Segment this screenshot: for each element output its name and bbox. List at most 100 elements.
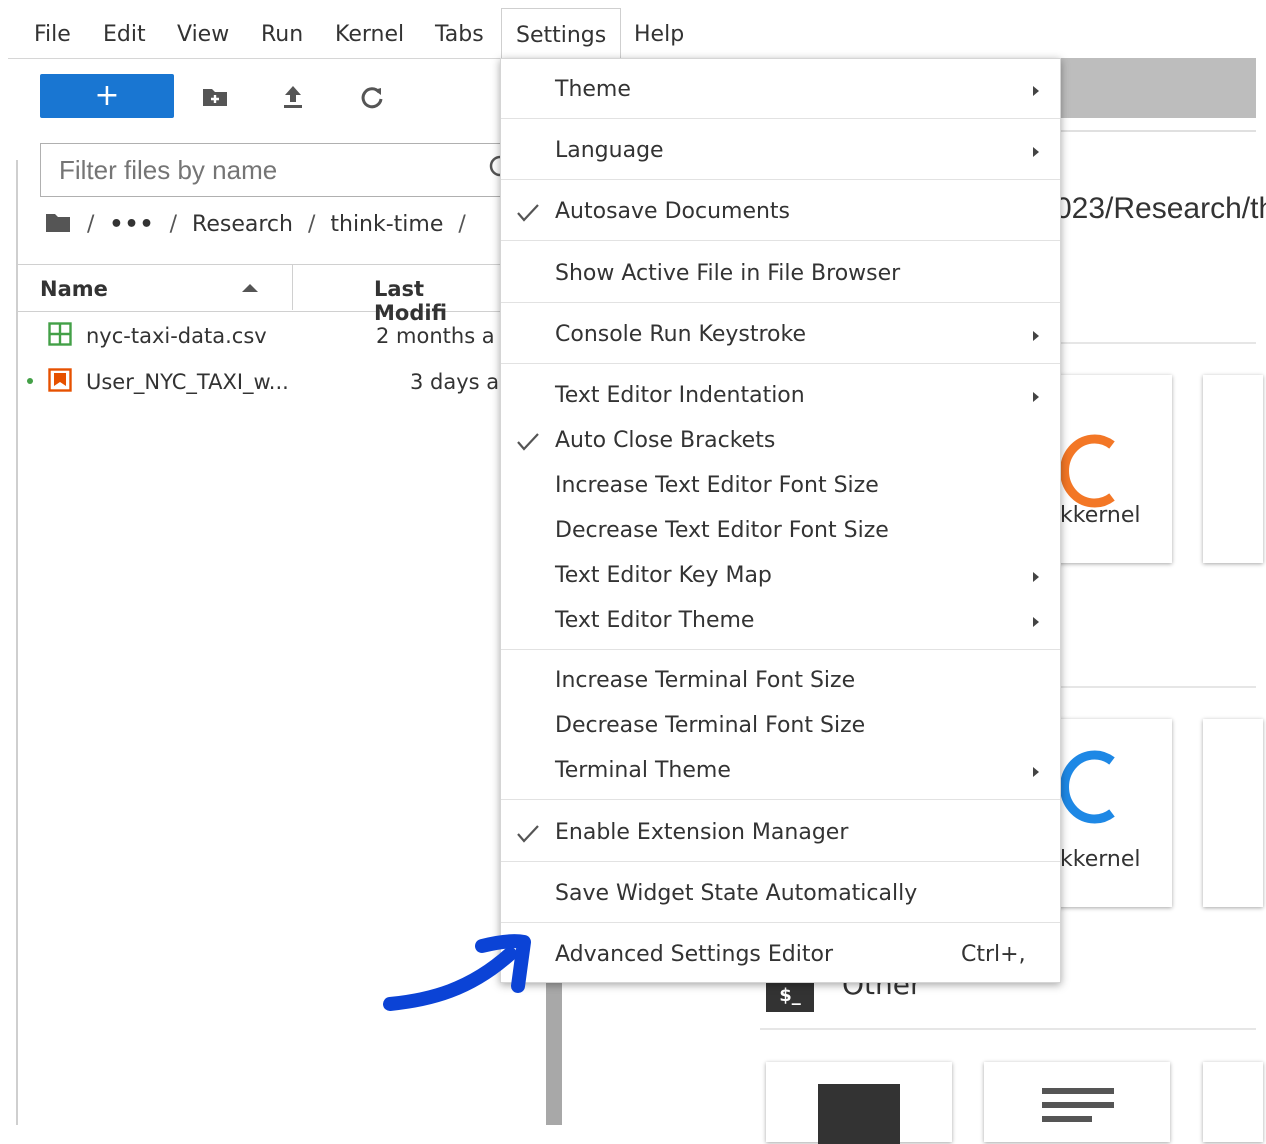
menu-item-theme[interactable]: Theme — [501, 69, 1060, 113]
menu-help[interactable]: Help — [634, 12, 684, 58]
checkmark-icon — [517, 204, 539, 222]
file-name: nyc-taxi-data.csv — [86, 324, 267, 348]
menu-bar-divider — [8, 58, 500, 59]
menu-separator — [501, 799, 1060, 800]
submenu-arrow-icon — [1033, 767, 1039, 777]
launcher-card[interactable] — [1203, 1062, 1263, 1142]
menu-item-increase-text-editor-font-size[interactable]: Increase Text Editor Font Size — [501, 465, 1060, 509]
submenu-arrow-icon — [1033, 392, 1039, 402]
launcher-path: 023/Research/th — [1055, 192, 1266, 225]
submenu-arrow-icon — [1033, 331, 1039, 341]
launcher-card[interactable] — [1203, 719, 1263, 907]
menu-tabs[interactable]: Tabs — [435, 12, 484, 58]
settings-menu: Theme Language Autosave Documents Show A… — [500, 58, 1061, 983]
launcher-card[interactable] — [1203, 375, 1263, 563]
breadcrumb-separator: / — [87, 212, 95, 237]
terminal-icon — [818, 1084, 900, 1144]
breadcrumb-separator: / — [169, 212, 178, 237]
column-divider[interactable] — [292, 264, 293, 310]
file-modified: 3 days a — [410, 370, 500, 394]
menu-item-label: Console Run Keystroke — [555, 322, 806, 347]
text-file-card[interactable] — [984, 1062, 1170, 1142]
menu-item-shortcut: Ctrl+, — [961, 942, 1026, 967]
panel-splitter[interactable] — [546, 960, 562, 1125]
annotation-arrow-icon — [383, 934, 531, 1011]
menu-item-save-widget-state[interactable]: Save Widget State Automatically — [501, 873, 1060, 917]
breadcrumb-ellipsis[interactable]: ••• — [109, 212, 154, 237]
submenu-arrow-icon — [1033, 147, 1039, 157]
menu-separator — [501, 861, 1060, 862]
menu-separator — [501, 302, 1060, 303]
menu-separator — [501, 649, 1060, 650]
kernel-card-label: kkernel — [1060, 503, 1141, 528]
upload-icon[interactable] — [276, 80, 310, 114]
file-modified: 2 months a — [376, 324, 495, 348]
menu-item-autosave-documents[interactable]: Autosave Documents — [501, 191, 1060, 235]
breadcrumb-think-time[interactable]: think-time — [330, 212, 443, 237]
menu-item-label: Show Active File in File Browser — [555, 261, 901, 286]
breadcrumb-separator: / — [307, 212, 316, 237]
menu-item-text-editor-indentation[interactable]: Text Editor Indentation — [501, 375, 1060, 419]
menu-separator — [501, 179, 1060, 180]
file-row[interactable]: User_NYC_TAXI_w... 3 days a — [18, 360, 500, 404]
menu-item-advanced-settings-editor[interactable]: Advanced Settings Editor Ctrl+, — [501, 934, 1060, 978]
text-file-icon — [1042, 1088, 1114, 1122]
running-indicator-icon — [27, 378, 33, 384]
terminal-card[interactable] — [766, 1062, 952, 1144]
kernel-logo-icon — [1060, 434, 1115, 508]
menu-item-text-editor-theme[interactable]: Text Editor Theme — [501, 600, 1060, 644]
menu-run[interactable]: Run — [261, 12, 303, 58]
menu-item-decrease-text-editor-font-size[interactable]: Decrease Text Editor Font Size — [501, 510, 1060, 554]
menu-item-label: Autosave Documents — [555, 199, 791, 224]
menu-item-label: Increase Text Editor Font Size — [555, 473, 879, 498]
menu-item-label: Enable Extension Manager — [555, 820, 849, 845]
kernel-card-label: kkernel — [1060, 847, 1141, 872]
menu-kernel[interactable]: Kernel — [335, 12, 404, 58]
menu-item-label: Increase Terminal Font Size — [555, 668, 856, 693]
file-filter-input[interactable] — [40, 143, 510, 197]
menu-item-label: Text Editor Theme — [555, 608, 755, 633]
menu-item-terminal-theme[interactable]: Terminal Theme — [501, 750, 1060, 794]
file-name: User_NYC_TAXI_w... — [86, 370, 289, 394]
menu-item-label: Advanced Settings Editor — [555, 942, 833, 967]
menu-bar: File Edit View Run Kernel Tabs Settings … — [0, 0, 1266, 58]
menu-separator — [501, 118, 1060, 119]
menu-item-label: Text Editor Indentation — [555, 383, 805, 408]
sort-ascending-icon — [242, 284, 258, 292]
new-folder-icon[interactable] — [198, 80, 232, 114]
menu-edit[interactable]: Edit — [103, 12, 146, 58]
menu-item-label: Language — [555, 138, 664, 163]
menu-item-label: Text Editor Key Map — [555, 563, 772, 588]
menu-item-language[interactable]: Language — [501, 130, 1060, 174]
new-launcher-button[interactable]: + — [40, 74, 174, 118]
menu-separator — [501, 922, 1060, 923]
menu-item-increase-terminal-font-size[interactable]: Increase Terminal Font Size — [501, 660, 1060, 704]
folder-icon[interactable] — [44, 212, 72, 234]
menu-settings[interactable]: Settings — [501, 8, 622, 58]
file-row[interactable]: nyc-taxi-data.csv 2 months a — [18, 314, 500, 358]
breadcrumb-separator: / — [458, 212, 466, 237]
menu-item-label: Auto Close Brackets — [555, 428, 776, 453]
menu-item-text-editor-key-map[interactable]: Text Editor Key Map — [501, 555, 1060, 599]
menu-separator — [501, 363, 1060, 364]
menu-item-decrease-terminal-font-size[interactable]: Decrease Terminal Font Size — [501, 705, 1060, 749]
menu-item-enable-extension-manager[interactable]: Enable Extension Manager — [501, 812, 1060, 856]
kernel-logo-icon — [1060, 750, 1115, 824]
menu-item-console-run-keystroke[interactable]: Console Run Keystroke — [501, 314, 1060, 358]
notebook-icon — [48, 368, 72, 392]
breadcrumb-research[interactable]: Research — [192, 212, 293, 237]
menu-item-label: Decrease Terminal Font Size — [555, 713, 866, 738]
menu-item-label: Save Widget State Automatically — [555, 881, 918, 906]
checkmark-icon — [517, 825, 539, 843]
menu-view[interactable]: View — [177, 12, 229, 58]
name-column-header[interactable]: Name — [40, 277, 108, 301]
menu-separator — [501, 240, 1060, 241]
section-divider — [1060, 342, 1256, 344]
menu-file[interactable]: File — [34, 12, 71, 58]
checkmark-icon — [517, 433, 539, 451]
menu-item-auto-close-brackets[interactable]: Auto Close Brackets — [501, 420, 1060, 464]
menu-item-label: Decrease Text Editor Font Size — [555, 518, 889, 543]
breadcrumb: / ••• / Research / think-time / — [44, 212, 474, 252]
refresh-icon[interactable] — [355, 80, 389, 114]
menu-item-show-active-file[interactable]: Show Active File in File Browser — [501, 253, 1060, 297]
